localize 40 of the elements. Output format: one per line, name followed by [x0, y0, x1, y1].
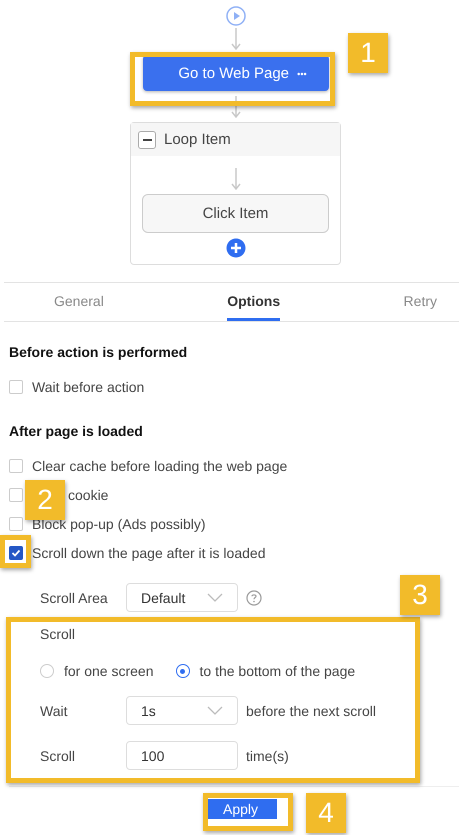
click-item-step[interactable]: Click Item: [142, 194, 329, 233]
go-to-web-page-step[interactable]: Go to Web Page •••: [142, 55, 328, 91]
step-number-badge: 4: [306, 793, 346, 833]
wait-select[interactable]: 1s: [126, 696, 238, 725]
step-number-badge: 2: [25, 480, 65, 520]
tab[interactable]: General: [54, 283, 104, 321]
section-title: After page is loaded: [9, 423, 144, 439]
tab[interactable]: Options: [227, 283, 280, 321]
chevron-down-icon: [207, 706, 223, 716]
step-number-badge: 3: [400, 575, 440, 615]
scroll-label: Scroll: [39, 626, 76, 644]
scroll-count-label: Scroll: [40, 748, 76, 764]
radio-label: to the bottom of the page: [200, 663, 356, 679]
scroll-count-field[interactable]: 100: [126, 741, 238, 770]
scroll-area-label: Scroll Area: [40, 590, 109, 606]
loop-title: Loop Item: [164, 131, 231, 148]
highlight-frame: [0, 535, 31, 568]
arrow-icon: [230, 96, 240, 118]
add-icon[interactable]: [226, 238, 246, 258]
radio-label: for one screen: [64, 663, 154, 679]
option-label: Clear cache before loading the web page: [32, 458, 288, 474]
checkbox[interactable]: [9, 546, 23, 560]
radio-button[interactable]: [176, 664, 190, 678]
tab[interactable]: Retry: [404, 283, 437, 321]
wait-suffix: before the next scroll: [246, 702, 376, 718]
step-number-badge: 1: [348, 33, 388, 73]
section-title: Before action is performed: [9, 344, 188, 360]
help-icon[interactable]: [246, 590, 262, 606]
times-suffix: time(s): [246, 748, 289, 764]
wait-label: Wait: [40, 702, 68, 718]
chevron-down-icon: [207, 592, 223, 602]
arrow-icon: [230, 28, 240, 50]
scroll-area-select[interactable]: Default: [126, 583, 238, 612]
option-label: Scroll down the page after it is loaded: [32, 544, 266, 560]
arrow-icon: [230, 168, 240, 190]
play-icon[interactable]: [226, 6, 246, 26]
option-label: cookie: [68, 486, 108, 502]
option-label: Wait before action: [32, 378, 144, 394]
collapse-icon[interactable]: [138, 130, 156, 148]
radio-button[interactable]: [40, 664, 54, 678]
